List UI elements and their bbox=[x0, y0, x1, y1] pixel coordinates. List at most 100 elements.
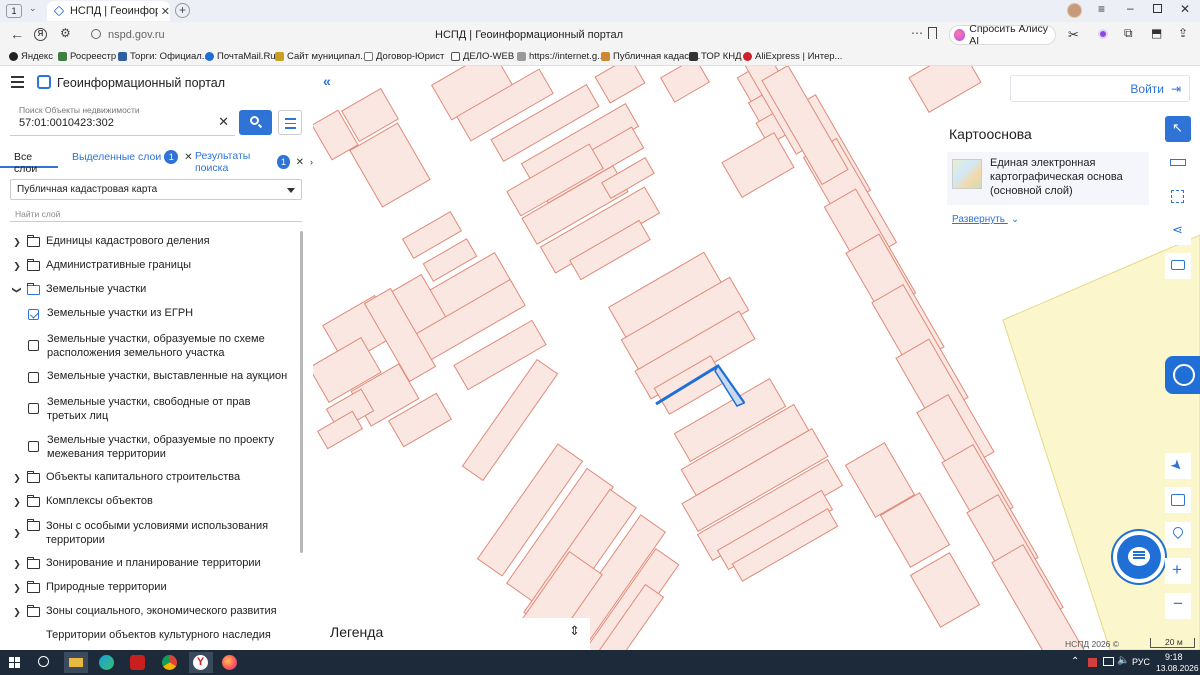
new-tab-button[interactable]: + bbox=[175, 3, 190, 18]
zoom-out-button[interactable]: − bbox=[1165, 593, 1191, 619]
clock-time[interactable]: 9:18 bbox=[1165, 652, 1183, 662]
tab-nspd[interactable]: НСПД | Геоинформационный портал ✕ bbox=[47, 1, 170, 21]
chevron-right-icon[interactable]: ❯ bbox=[12, 235, 22, 249]
keyboard-language[interactable]: РУС bbox=[1132, 657, 1150, 667]
tree-item-complexes[interactable]: ❯ Комплексы объектов bbox=[0, 495, 300, 509]
tree-item-cadastral-division[interactable]: ❯ Единицы кадастрового деления bbox=[0, 235, 300, 249]
legend-panel[interactable]: Легенда ⇕ bbox=[320, 618, 590, 650]
expand-link[interactable]: Развернуть ⌄ bbox=[952, 214, 1019, 225]
layer-checkbox[interactable] bbox=[28, 403, 39, 414]
extension-icon[interactable] bbox=[1098, 29, 1108, 39]
basemap-item[interactable]: Единая электронная картографическая осно… bbox=[947, 152, 1149, 205]
back-icon[interactable]: ← bbox=[10, 26, 24, 42]
bookmark-internet[interactable]: https://internet.g... bbox=[517, 51, 605, 62]
acrobat-icon[interactable] bbox=[130, 655, 145, 670]
land-parcel[interactable] bbox=[908, 66, 982, 114]
firefox-icon[interactable] bbox=[222, 655, 237, 670]
settings-icon[interactable]: ⚙ bbox=[60, 26, 71, 40]
tab-all-layers[interactable]: Все слои bbox=[0, 146, 58, 175]
bookmark-pkk[interactable]: Публичная кадаст... bbox=[601, 51, 700, 62]
close-tab-icon[interactable]: ✕ bbox=[296, 157, 304, 168]
chevron-right-icon[interactable]: ❯ bbox=[12, 605, 22, 619]
assistant-tab-button[interactable] bbox=[1165, 356, 1200, 394]
volume-icon[interactable]: 🔈 bbox=[1117, 655, 1129, 666]
tree-item-special-zones[interactable]: ❯ Зоны с особыми условиями использования… bbox=[0, 519, 290, 547]
tab-counter[interactable]: 1 bbox=[6, 4, 22, 18]
chevron-right-icon[interactable]: ❯ bbox=[12, 471, 22, 485]
file-explorer-icon[interactable] bbox=[64, 652, 88, 673]
print-button[interactable] bbox=[1165, 253, 1191, 279]
clear-search-icon[interactable]: ✕ bbox=[218, 114, 229, 130]
clock-date[interactable]: 13.08.2026 bbox=[1156, 663, 1199, 673]
zoom-in-button[interactable]: + bbox=[1165, 558, 1191, 584]
layer-auction-plots[interactable]: Земельные участки, выставленные на аукци… bbox=[0, 370, 300, 383]
basemap-select[interactable]: Публичная кадастровая карта bbox=[10, 179, 302, 200]
bookmark-mail[interactable]: ПочтаMail.Ru bbox=[205, 51, 276, 62]
chat-support-button[interactable] bbox=[1117, 535, 1161, 579]
bookmark-aliexpress[interactable]: AliExpress | Интер... bbox=[743, 51, 842, 62]
map-canvas[interactable]: « Войти ⇥ Картооснова Единая электронная… bbox=[313, 66, 1200, 650]
bookmark-icon[interactable] bbox=[928, 27, 937, 39]
bookmark-municipal[interactable]: Сайт муниципал... bbox=[275, 51, 368, 62]
alice-button[interactable]: Спросить Алису AI bbox=[949, 23, 1056, 47]
menu-icon[interactable]: ≡ bbox=[1098, 2, 1105, 16]
chevron-right-icon[interactable]: ❯ bbox=[12, 526, 22, 540]
tree-item-capital-construction[interactable]: ❯ Объекты капитального строительства bbox=[0, 471, 300, 485]
measure-tool-button[interactable] bbox=[1165, 150, 1191, 176]
share-map-button[interactable]: ⋖ bbox=[1165, 219, 1191, 245]
layer-free-plots[interactable]: Земельные участки, свободные от прав тре… bbox=[0, 395, 290, 423]
close-tab-icon[interactable]: ✕ bbox=[184, 152, 192, 163]
url-text[interactable]: nspd.gov.ru bbox=[108, 29, 165, 41]
tree-item-heritage[interactable]: ❯ Территории объектов культурного наслед… bbox=[0, 629, 300, 643]
land-parcel[interactable] bbox=[721, 131, 795, 199]
layer-scheme-plots[interactable]: Земельные участки, образуемые по схеме р… bbox=[0, 332, 290, 360]
tray-chevron-icon[interactable]: ⌃ bbox=[1071, 656, 1079, 667]
tree-item-natural[interactable]: ❯ Природные территории bbox=[0, 581, 300, 595]
layer-checkbox[interactable] bbox=[28, 309, 39, 320]
tab-search-results[interactable]: Результаты поиска 1 ✕ › bbox=[195, 150, 313, 174]
tree-item-zoning[interactable]: ❯ Зонирование и планирование территории bbox=[0, 557, 300, 571]
network-icon[interactable] bbox=[1103, 657, 1114, 666]
layers-scrollbar[interactable] bbox=[300, 231, 303, 553]
tree-item-admin-borders[interactable]: ❯ Административные границы bbox=[0, 259, 300, 273]
identify-tool-button[interactable]: ↖ bbox=[1165, 116, 1191, 142]
downloads-icon[interactable]: ⬒ bbox=[1151, 26, 1162, 40]
select-area-button[interactable] bbox=[1165, 184, 1191, 210]
locate-button[interactable]: ➤ bbox=[1165, 453, 1191, 479]
layer-checkbox[interactable] bbox=[28, 441, 39, 452]
puzzle-icon[interactable]: ⧉ bbox=[1124, 26, 1133, 41]
bookmark-delo[interactable]: ДЕЛО-WEB bbox=[451, 51, 514, 62]
start-button[interactable] bbox=[9, 657, 21, 669]
layer-checkbox[interactable] bbox=[28, 372, 39, 383]
expand-collapse-icon[interactable]: ⇕ bbox=[569, 623, 580, 639]
search-button[interactable] bbox=[239, 110, 272, 135]
collections-icon[interactable]: ✂ bbox=[1068, 27, 1079, 43]
layer-survey-plots[interactable]: Земельные участки, образуемые по проекту… bbox=[0, 433, 290, 461]
search-icon[interactable] bbox=[38, 656, 49, 667]
edge-icon[interactable] bbox=[99, 655, 114, 670]
collapse-panel-button[interactable]: « bbox=[317, 70, 341, 94]
login-button[interactable]: Войти ⇥ bbox=[1010, 75, 1190, 102]
layers-toggle-button[interactable] bbox=[1165, 487, 1191, 513]
bookmark-rosreestr[interactable]: Росреестр bbox=[58, 51, 116, 62]
land-parcel[interactable] bbox=[991, 544, 1089, 650]
share-icon[interactable]: ⇪ bbox=[1178, 26, 1188, 40]
tray-app-icon[interactable] bbox=[1088, 658, 1097, 667]
more-dots-icon[interactable]: ⋯ bbox=[911, 26, 923, 40]
tree-item-land-plots[interactable]: ❯ Земельные участки bbox=[0, 283, 300, 297]
close-window-icon[interactable]: ✕ bbox=[1180, 2, 1190, 16]
tree-item-social-zones[interactable]: ❯ Зоны социального, экономического разви… bbox=[0, 605, 300, 619]
hamburger-menu-icon[interactable] bbox=[11, 76, 24, 88]
land-parcel[interactable] bbox=[909, 552, 981, 628]
minimize-icon[interactable]: – bbox=[1127, 1, 1134, 15]
chrome-icon[interactable] bbox=[162, 655, 177, 670]
land-parcel[interactable] bbox=[659, 66, 711, 103]
bookmark-torgi[interactable]: Торги: Официал... bbox=[118, 51, 210, 62]
chevron-right-icon[interactable]: ❯ bbox=[12, 557, 22, 571]
tab-selected-layers[interactable]: Выделенные слои 1 ✕ bbox=[72, 150, 193, 164]
bookmark-yandex[interactable]: Яндекс bbox=[9, 51, 53, 62]
bookmark-dogovor[interactable]: Договор-Юрист bbox=[364, 51, 444, 62]
bookmark-tor-knd[interactable]: ТОР КНД bbox=[689, 51, 742, 62]
profile-avatar[interactable] bbox=[1067, 3, 1082, 18]
chevron-right-icon[interactable]: ❯ bbox=[12, 581, 22, 595]
